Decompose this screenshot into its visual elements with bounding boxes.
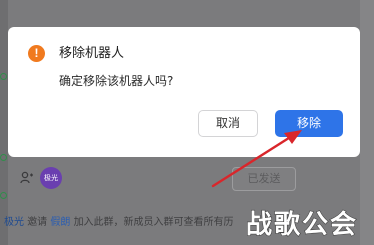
watermark-logo: 战歌公会 bbox=[245, 209, 358, 240]
svg-text:战歌公会: 战歌公会 bbox=[246, 210, 358, 240]
